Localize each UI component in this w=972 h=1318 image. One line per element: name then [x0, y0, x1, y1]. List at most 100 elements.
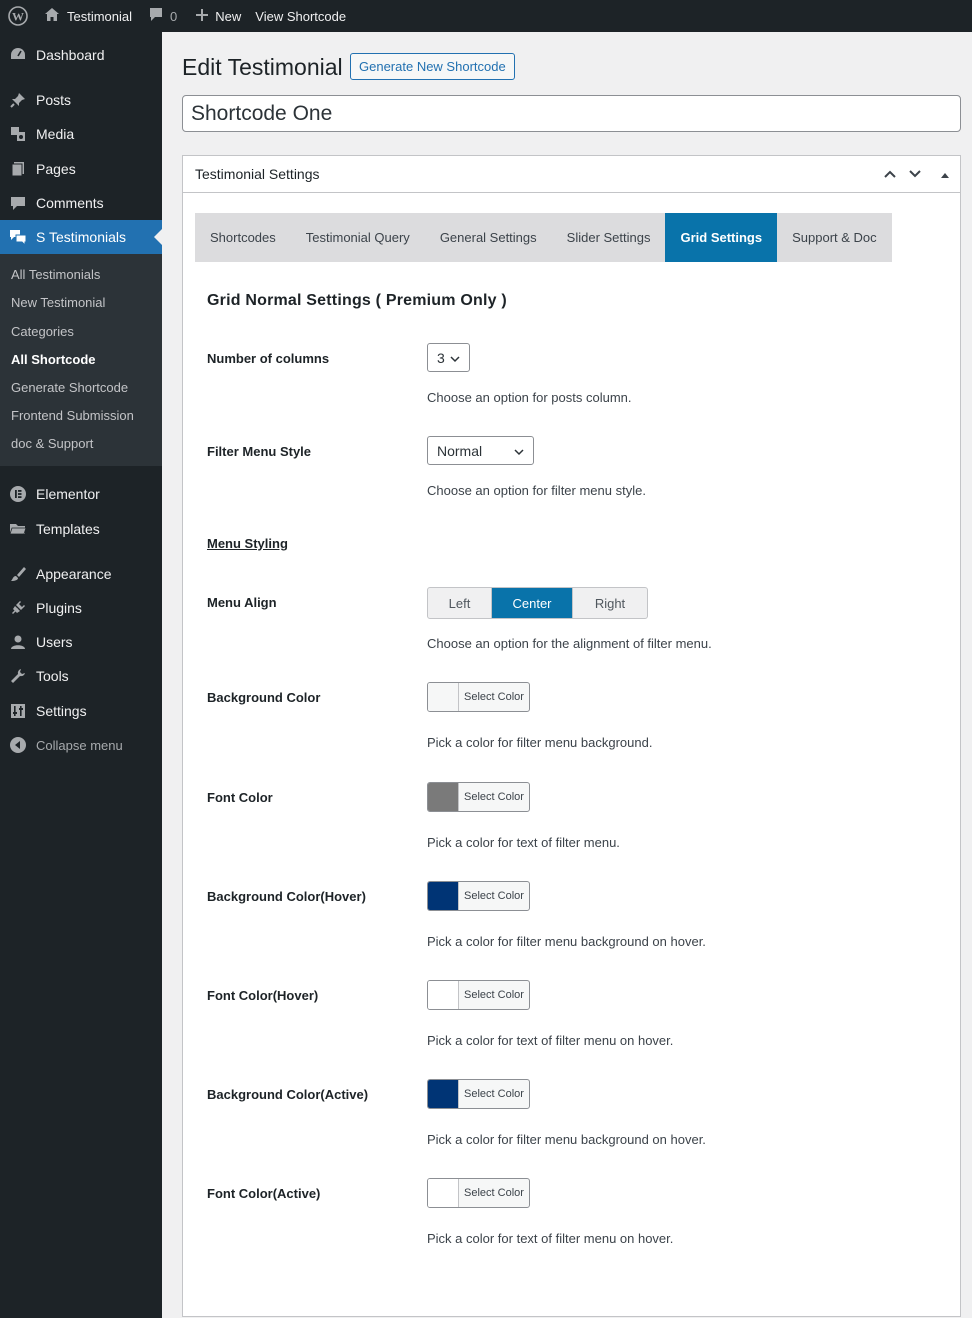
- select-color-label[interactable]: Select Color: [459, 783, 529, 811]
- move-up-icon[interactable]: [882, 166, 898, 185]
- shortcode-title-input[interactable]: Shortcode One: [182, 95, 961, 132]
- select-color-label[interactable]: Select Color: [459, 683, 529, 711]
- tab-shortcodes[interactable]: Shortcodes: [195, 213, 291, 262]
- sidebar-item-label: Elementor: [36, 486, 100, 502]
- sidebar-item-dashboard[interactable]: Dashboard: [0, 38, 162, 72]
- sidebar-item-label: Templates: [36, 521, 100, 537]
- background-color-picker[interactable]: Select Color: [427, 682, 530, 712]
- pin-icon: [0, 91, 36, 109]
- background-color-active-label: Background Color(Active): [207, 1087, 369, 1102]
- select-color-label[interactable]: Select Color: [459, 1179, 529, 1207]
- new-label: New: [215, 8, 242, 24]
- submenu-all-testimonials[interactable]: All Testimonials: [11, 267, 100, 282]
- submenu-doc-support[interactable]: doc & Support: [11, 436, 93, 451]
- font-color-active-description: Pick a color for text of filter menu on …: [427, 1231, 674, 1246]
- submenu-frontend-submission[interactable]: Frontend Submission: [11, 408, 134, 423]
- collapse-menu-button[interactable]: Collapse menu: [0, 728, 162, 762]
- submenu-categories[interactable]: Categories: [11, 324, 74, 339]
- postbox-title: Testimonial Settings: [195, 166, 320, 182]
- sidebar-item-pages[interactable]: Pages: [0, 152, 162, 186]
- color-swatch[interactable]: [428, 1080, 459, 1108]
- align-right-button[interactable]: Right: [573, 588, 647, 618]
- tab-slider-settings[interactable]: Slider Settings: [552, 213, 666, 262]
- pages-icon: [0, 160, 36, 178]
- color-swatch[interactable]: [428, 783, 459, 811]
- comment-icon: [0, 194, 36, 212]
- filter-style-description: Choose an option for filter menu style.: [427, 483, 646, 498]
- background-color-hover-description: Pick a color for filter menu background …: [427, 934, 706, 949]
- menu-align-label: Menu Align: [207, 595, 277, 610]
- submenu-new-testimonial[interactable]: New Testimonial: [11, 295, 105, 310]
- sidebar-item-label: Posts: [36, 92, 72, 108]
- background-color-label: Background Color: [207, 690, 321, 705]
- font-color-label: Font Color: [207, 790, 273, 805]
- submenu-all-shortcode[interactable]: All Shortcode: [11, 352, 96, 367]
- color-swatch[interactable]: [428, 1179, 459, 1207]
- tab-general-settings[interactable]: General Settings: [425, 213, 552, 262]
- toggle-panel-icon[interactable]: [940, 168, 950, 184]
- font-color-hover-label: Font Color(Hover): [207, 988, 319, 1003]
- sidebar-item-elementor[interactable]: Elementor: [0, 477, 162, 511]
- sidebar-item-posts[interactable]: Posts: [0, 83, 162, 117]
- view-shortcode-link[interactable]: View Shortcode: [249, 0, 354, 32]
- new-content-link[interactable]: New: [187, 0, 249, 32]
- color-swatch[interactable]: [428, 981, 459, 1009]
- sidebar-item-templates[interactable]: Templates: [0, 512, 162, 546]
- font-color-picker[interactable]: Select Color: [427, 782, 530, 812]
- collapse-menu-label: Collapse menu: [36, 737, 123, 753]
- select-color-label[interactable]: Select Color: [459, 1080, 529, 1108]
- sidebar-item-label: Plugins: [36, 600, 82, 616]
- color-swatch[interactable]: [428, 882, 459, 910]
- brush-icon: [0, 565, 36, 583]
- home-icon: [44, 7, 60, 25]
- sidebar-item-settings[interactable]: Settings: [0, 694, 162, 728]
- page-title: Edit Testimonial: [182, 54, 343, 80]
- section-title: Grid Normal Settings ( Premium Only ): [207, 292, 507, 309]
- wordpress-logo-icon[interactable]: W: [0, 0, 36, 32]
- tab-grid-settings[interactable]: Grid Settings: [665, 213, 778, 262]
- font-color-active-picker[interactable]: Select Color: [427, 1178, 530, 1208]
- generate-new-shortcode-button[interactable]: Generate New Shortcode: [350, 53, 515, 80]
- folder-icon: [0, 520, 36, 538]
- font-color-description: Pick a color for text of filter menu.: [427, 835, 620, 850]
- font-color-hover-picker[interactable]: Select Color: [427, 980, 530, 1010]
- settings-tabs: Shortcodes Testimonial Query General Set…: [195, 213, 892, 262]
- columns-select[interactable]: 3: [427, 343, 470, 372]
- sidebar-item-comments[interactable]: Comments: [0, 186, 162, 220]
- move-down-icon[interactable]: [907, 166, 923, 185]
- select-color-label[interactable]: Select Color: [459, 882, 529, 910]
- comments-link[interactable]: 0: [140, 0, 187, 32]
- tab-testimonial-query[interactable]: Testimonial Query: [291, 213, 425, 262]
- sidebar-item-label: Tools: [36, 668, 69, 684]
- font-color-active-label: Font Color(Active): [207, 1186, 321, 1201]
- align-center-button[interactable]: Center: [492, 588, 573, 618]
- sidebar-item-s-testimonials[interactable]: S Testimonials: [0, 220, 162, 254]
- align-left-button[interactable]: Left: [428, 588, 492, 618]
- sidebar-item-appearance[interactable]: Appearance: [0, 557, 162, 591]
- admin-sidebar: Dashboard Posts Media Pages Comments S T…: [0, 32, 162, 1318]
- view-shortcode-label: View Shortcode: [255, 8, 347, 24]
- columns-value: 3: [437, 349, 445, 366]
- sidebar-item-tools[interactable]: Tools: [0, 659, 162, 693]
- background-color-active-description: Pick a color for filter menu background …: [427, 1132, 706, 1147]
- submenu-generate-shortcode[interactable]: Generate Shortcode: [11, 380, 128, 395]
- settings-icon: [0, 702, 36, 720]
- main-content: Edit Testimonial Generate New Shortcode …: [162, 32, 972, 1318]
- select-color-label[interactable]: Select Color: [459, 981, 529, 1009]
- sidebar-item-media[interactable]: Media: [0, 117, 162, 151]
- background-color-hover-picker[interactable]: Select Color: [427, 881, 530, 911]
- sidebar-item-label: Dashboard: [36, 47, 105, 63]
- color-swatch[interactable]: [428, 683, 459, 711]
- dashboard-icon: [0, 46, 36, 64]
- sidebar-item-plugins[interactable]: Plugins: [0, 591, 162, 625]
- testimonial-settings-postbox: Testimonial Settings Shortcodes Testimon…: [182, 155, 961, 1317]
- testimonial-icon: [0, 228, 36, 246]
- sidebar-item-users[interactable]: Users: [0, 625, 162, 659]
- tab-support-doc[interactable]: Support & Doc: [777, 213, 892, 262]
- background-color-active-picker[interactable]: Select Color: [427, 1079, 530, 1109]
- filter-style-select[interactable]: Normal: [427, 436, 534, 465]
- menu-align-description: Choose an option for the alignment of fi…: [427, 636, 712, 651]
- site-name-link[interactable]: Testimonial: [36, 0, 140, 32]
- menu-align-button-group: Left Center Right: [427, 587, 648, 619]
- sidebar-item-label: Appearance: [36, 566, 112, 582]
